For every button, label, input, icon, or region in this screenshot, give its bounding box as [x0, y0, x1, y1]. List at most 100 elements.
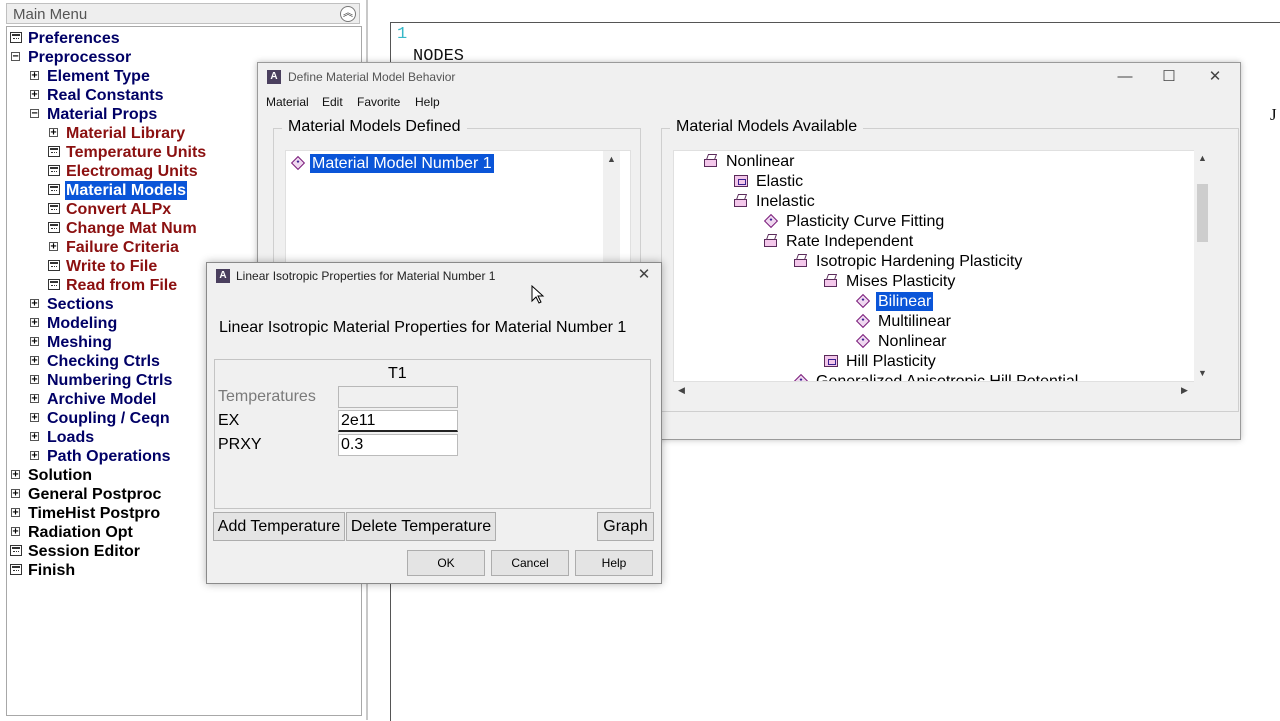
graph-button[interactable]: Graph: [597, 512, 654, 541]
close-icon[interactable]: ✕: [1200, 67, 1230, 87]
dialog-title: Linear Isotropic Properties for Material…: [236, 269, 496, 283]
material-model-icon: [290, 155, 306, 171]
scroll-left-icon[interactable]: ◀: [673, 382, 690, 399]
tree-node-multilinear[interactable]: Multilinear: [674, 312, 1194, 331]
expand-icon[interactable]: +: [30, 337, 39, 347]
models-available-tree: Nonlinear Elastic Inelastic Plasticity Curv…: [673, 150, 1202, 382]
list-item-material-model-1[interactable]: Material Model Number 1: [290, 154, 591, 173]
menu-item-preferences[interactable]: Preferences: [0, 29, 360, 48]
available-vscrollbar[interactable]: ▲ ▼: [1194, 150, 1211, 382]
open-folder-icon: [824, 274, 838, 287]
scroll-up-icon[interactable]: ▲: [603, 151, 620, 168]
material-model-icon: [855, 333, 871, 349]
add-temperature-button[interactable]: Add Temperature: [213, 512, 345, 541]
models-available-group: Material Models Available Nonlinear Elast…: [661, 118, 1239, 412]
expand-icon[interactable]: +: [30, 71, 39, 81]
available-hscrollbar[interactable]: ◀ ▶: [673, 382, 1202, 399]
collapse-menu-icon[interactable]: ︽: [340, 6, 356, 22]
help-button[interactable]: Help: [575, 550, 653, 576]
line-number: 1: [397, 25, 408, 44]
tree-node-label: Hill Plasticity: [846, 353, 936, 370]
menu-edit[interactable]: Edit: [322, 95, 343, 109]
expand-icon[interactable]: +: [11, 489, 20, 499]
expand-icon[interactable]: +: [30, 299, 39, 309]
window-title: Define Material Model Behavior: [288, 70, 456, 84]
scroll-up-icon[interactable]: ▲: [1194, 150, 1211, 167]
expand-icon[interactable]: +: [11, 508, 20, 518]
command-icon[interactable]: [10, 545, 22, 556]
menu-item-label: Path Operations: [47, 448, 171, 465]
tree-node-mises-plasticity[interactable]: Mises Plasticity: [674, 272, 1194, 291]
command-icon[interactable]: [48, 260, 60, 271]
tree-node-nonlinear[interactable]: Nonlinear: [674, 332, 1194, 351]
expand-icon[interactable]: +: [30, 356, 39, 366]
menu-favorite[interactable]: Favorite: [357, 95, 400, 109]
tree-node-label: Generalized Anisotropic Hill Potential: [816, 373, 1079, 382]
expand-icon[interactable]: +: [30, 394, 39, 404]
expand-icon[interactable]: +: [49, 242, 58, 252]
expand-icon[interactable]: +: [11, 527, 20, 537]
open-folder-icon: [764, 234, 778, 247]
scroll-right-icon[interactable]: ▶: [1176, 382, 1193, 399]
row-label-ex: EX: [218, 412, 240, 429]
collapse-icon[interactable]: −: [30, 109, 39, 119]
expand-icon[interactable]: +: [30, 90, 39, 100]
open-folder-icon: [734, 194, 748, 207]
command-icon[interactable]: [48, 279, 60, 290]
expand-icon[interactable]: +: [30, 413, 39, 423]
tree-node-label: Plasticity Curve Fitting: [786, 213, 945, 230]
closed-folder-icon: [824, 355, 838, 367]
menu-item-label: Radiation Opt: [28, 524, 133, 541]
collapse-icon[interactable]: −: [11, 52, 20, 62]
cancel-button[interactable]: Cancel: [491, 550, 569, 576]
scroll-down-icon[interactable]: ▼: [1194, 365, 1211, 382]
expand-icon[interactable]: +: [30, 375, 39, 385]
tree-node-bilinear[interactable]: Bilinear: [674, 292, 1194, 311]
tree-node-plasticity-curve-fitting[interactable]: Plasticity Curve Fitting: [674, 212, 1194, 231]
menu-item-label: Real Constants: [47, 87, 164, 104]
command-icon[interactable]: [48, 222, 60, 233]
tree-node-elastic[interactable]: Elastic: [674, 172, 1194, 191]
tree-node-generalized-anisotropic-hill-potential[interactable]: Generalized Anisotropic Hill Potential: [674, 372, 1194, 382]
minimize-icon[interactable]: —: [1110, 67, 1140, 87]
menu-material[interactable]: Material: [266, 95, 309, 109]
menu-item-label: Solution: [28, 467, 92, 484]
command-icon[interactable]: [48, 184, 60, 195]
menu-item-label: Checking Ctrls: [47, 353, 160, 370]
expand-icon[interactable]: +: [30, 318, 39, 328]
main-menu-title: Main Menu: [13, 6, 88, 23]
material-model-icon: [763, 213, 779, 229]
expand-icon[interactable]: +: [11, 470, 20, 480]
menu-item-label: Failure Criteria: [66, 239, 179, 256]
tree-node-inelastic[interactable]: Inelastic: [674, 192, 1194, 211]
command-icon[interactable]: [10, 564, 22, 575]
menu-item-label: Material Models: [65, 181, 188, 200]
expand-icon[interactable]: +: [49, 128, 58, 138]
scroll-thumb[interactable]: [1197, 184, 1208, 242]
tree-node-isotropic-hardening-plasticity[interactable]: Isotropic Hardening Plasticity: [674, 252, 1194, 271]
menu-item-label: Electromag Units: [66, 163, 198, 180]
expand-icon[interactable]: +: [30, 451, 39, 461]
delete-temperature-button[interactable]: Delete Temperature: [346, 512, 496, 541]
command-icon[interactable]: [48, 203, 60, 214]
ok-button[interactable]: OK: [407, 550, 485, 576]
prxy-field[interactable]: 0.3: [338, 434, 458, 456]
material-model-icon: [855, 293, 871, 309]
close-icon[interactable]: ✕: [629, 265, 659, 285]
ansys-app-icon: A: [267, 70, 281, 84]
ex-field[interactable]: 2e11: [338, 410, 458, 432]
menu-item-label: Material Library: [66, 125, 186, 142]
tree-node-rate-independent[interactable]: Rate Independent: [674, 232, 1194, 251]
menu-help[interactable]: Help: [415, 95, 440, 109]
maximize-icon[interactable]: ☐: [1154, 67, 1184, 87]
tree-node-nonlinear[interactable]: Nonlinear: [674, 152, 1194, 171]
tree-node-hill-plasticity[interactable]: Hill Plasticity: [674, 352, 1194, 371]
menu-item-label: Preprocessor: [28, 49, 132, 66]
tree-node-label: Bilinear: [876, 292, 934, 311]
tree-node-label: Isotropic Hardening Plasticity: [816, 253, 1023, 270]
command-icon[interactable]: [48, 146, 60, 157]
menu-item-label: Finish: [28, 562, 76, 579]
command-icon[interactable]: [48, 165, 60, 176]
command-icon[interactable]: [10, 32, 22, 43]
expand-icon[interactable]: +: [30, 432, 39, 442]
